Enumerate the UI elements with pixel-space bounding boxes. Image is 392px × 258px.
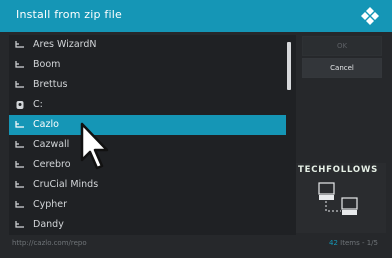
list-item[interactable]: Cazwall <box>9 135 286 155</box>
kodi-logo-icon <box>361 7 379 25</box>
list-item-label: Ares WizardN <box>33 39 97 50</box>
folder-icon <box>15 41 24 48</box>
folder-icon <box>15 221 24 228</box>
dialog-title: Install from zip file <box>16 8 122 21</box>
list-item[interactable]: C: <box>9 95 286 115</box>
current-path: http://cazlo.com/repo <box>12 239 87 247</box>
list-scrollbar[interactable] <box>287 42 291 90</box>
list-item[interactable]: Brettus <box>9 75 286 95</box>
ok-button[interactable]: OK <box>302 36 382 56</box>
list-item[interactable]: Ares WizardN <box>9 35 286 55</box>
folder-icon <box>15 81 24 88</box>
list-item-label: Dandy <box>33 219 64 230</box>
mouse-cursor-icon <box>80 122 109 170</box>
list-item-label: Cazlo <box>33 119 59 130</box>
list-item-label: Cazwall <box>33 139 70 150</box>
folder-icon <box>15 121 24 128</box>
list-item[interactable]: CruCial Minds <box>9 175 286 195</box>
folder-icon <box>15 141 24 148</box>
watermark-text: TECHFOLLOWS <box>298 165 379 175</box>
cancel-button[interactable]: Cancel <box>302 58 382 78</box>
list-item-label: Cypher <box>33 199 68 210</box>
dialog-title-bar: Install from zip file <box>0 0 392 32</box>
folder-icon <box>15 181 24 188</box>
install-from-zip-dialog: Install from zip file Ares WizardN Boom … <box>0 0 392 258</box>
list-item-label: Brettus <box>33 79 68 90</box>
list-item-label: C: <box>33 99 43 110</box>
folder-icon <box>15 161 24 168</box>
folder-icon <box>15 201 24 208</box>
list-item[interactable]: Cypher <box>9 195 286 215</box>
list-item-selected[interactable]: Cazlo <box>9 115 286 135</box>
item-count-number: 42 <box>329 239 338 247</box>
list-item[interactable]: Cerebro <box>9 155 286 175</box>
folder-icon <box>15 61 24 68</box>
item-count-label: Items - 1/5 <box>340 239 378 247</box>
drive-icon <box>16 101 24 109</box>
list-item-label: Boom <box>33 59 61 70</box>
list-item-label: Cerebro <box>33 159 71 170</box>
file-list: Ares WizardN Boom Brettus C: Cazlo Cazwa… <box>9 35 296 235</box>
list-item[interactable]: Boom <box>9 55 286 75</box>
list-item[interactable]: Dandy <box>9 215 286 235</box>
item-count: 42 Items - 1/5 <box>329 239 378 247</box>
list-item-label: CruCial Minds <box>33 179 99 190</box>
